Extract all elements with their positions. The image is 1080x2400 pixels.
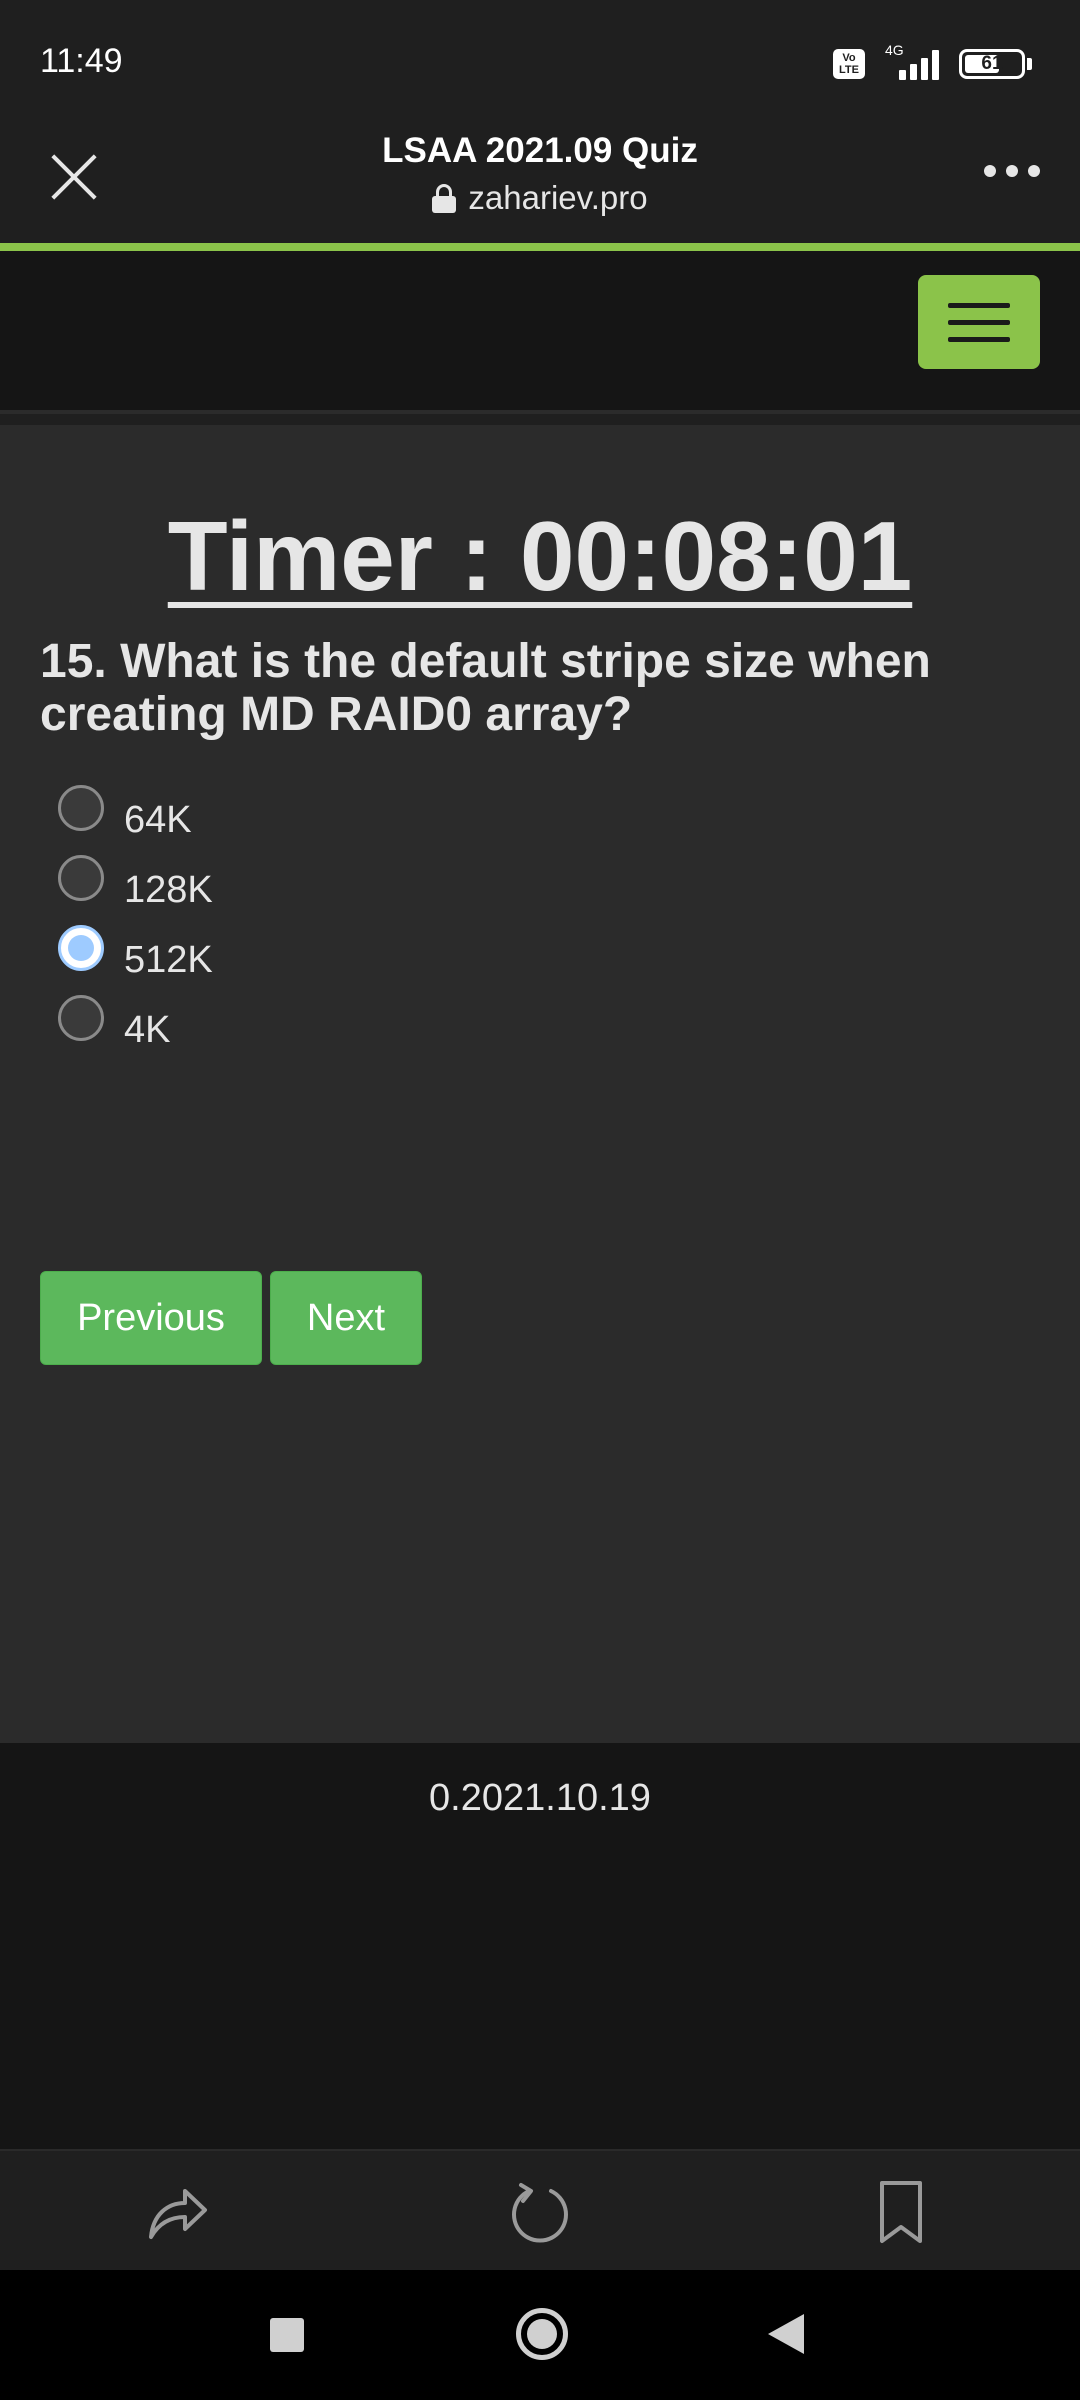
- question-text: 15. What is the default stripe size when…: [40, 635, 931, 741]
- quiz-timer: Timer : 00:08:01: [167, 501, 913, 611]
- recents-icon[interactable]: [270, 2318, 304, 2352]
- quiz-content: Timer : 00:08:01 15. What is the default…: [0, 425, 1080, 1743]
- signal-icon: 4G: [877, 42, 947, 82]
- system-nav-bar: [0, 2270, 1080, 2400]
- browser-bottom-toolbar: [0, 2149, 1080, 2270]
- answer-option-128k[interactable]: 128K: [58, 850, 213, 920]
- lock-icon: [432, 184, 457, 213]
- version-text: 0.2021.10.19: [429, 1777, 651, 1819]
- hamburger-icon[interactable]: [918, 275, 1040, 369]
- option-label: 4K: [124, 1008, 171, 1051]
- next-button[interactable]: Next: [270, 1271, 422, 1365]
- url-text: zahariev.pro: [468, 179, 648, 216]
- status-bar: 11:49 Vo LTE 4G 61: [0, 0, 1080, 125]
- option-label: 128K: [124, 868, 213, 911]
- radio-button[interactable]: [58, 785, 104, 831]
- answer-options: 64K 128K 512K 4K: [58, 780, 213, 1060]
- home-icon[interactable]: [516, 2308, 568, 2360]
- back-icon[interactable]: [768, 2314, 804, 2354]
- browser-toolbar: LSAA 2021.09 Quiz zahariev.pro: [0, 125, 1080, 243]
- page-title: LSAA 2021.09 Quiz: [382, 131, 698, 170]
- network-type: 4G: [885, 42, 904, 58]
- option-label: 512K: [124, 938, 213, 981]
- battery-icon: 61: [959, 49, 1025, 79]
- site-navbar: [0, 251, 1080, 414]
- radio-button[interactable]: [58, 855, 104, 901]
- url-bar[interactable]: zahariev.pro: [0, 179, 1080, 217]
- answer-option-64k[interactable]: 64K: [58, 780, 213, 850]
- status-time: 11:49: [40, 42, 123, 80]
- page-footer: 0.2021.10.19: [0, 1743, 1080, 2149]
- share-icon[interactable]: [145, 2179, 211, 2245]
- answer-option-512k[interactable]: 512K: [58, 920, 213, 990]
- more-icon[interactable]: [984, 165, 1040, 177]
- radio-button-selected[interactable]: [58, 925, 104, 971]
- reload-icon[interactable]: [507, 2179, 573, 2245]
- previous-button[interactable]: Previous: [40, 1271, 262, 1365]
- battery-level: 61: [981, 53, 1003, 74]
- option-label: 64K: [124, 798, 192, 841]
- answer-option-4k[interactable]: 4K: [58, 990, 213, 1060]
- volte-icon: Vo LTE: [833, 49, 865, 79]
- bookmark-icon[interactable]: [868, 2179, 934, 2245]
- radio-button[interactable]: [58, 995, 104, 1041]
- status-icons: Vo LTE 4G 61: [833, 42, 1032, 82]
- page-load-progress: [0, 243, 1080, 251]
